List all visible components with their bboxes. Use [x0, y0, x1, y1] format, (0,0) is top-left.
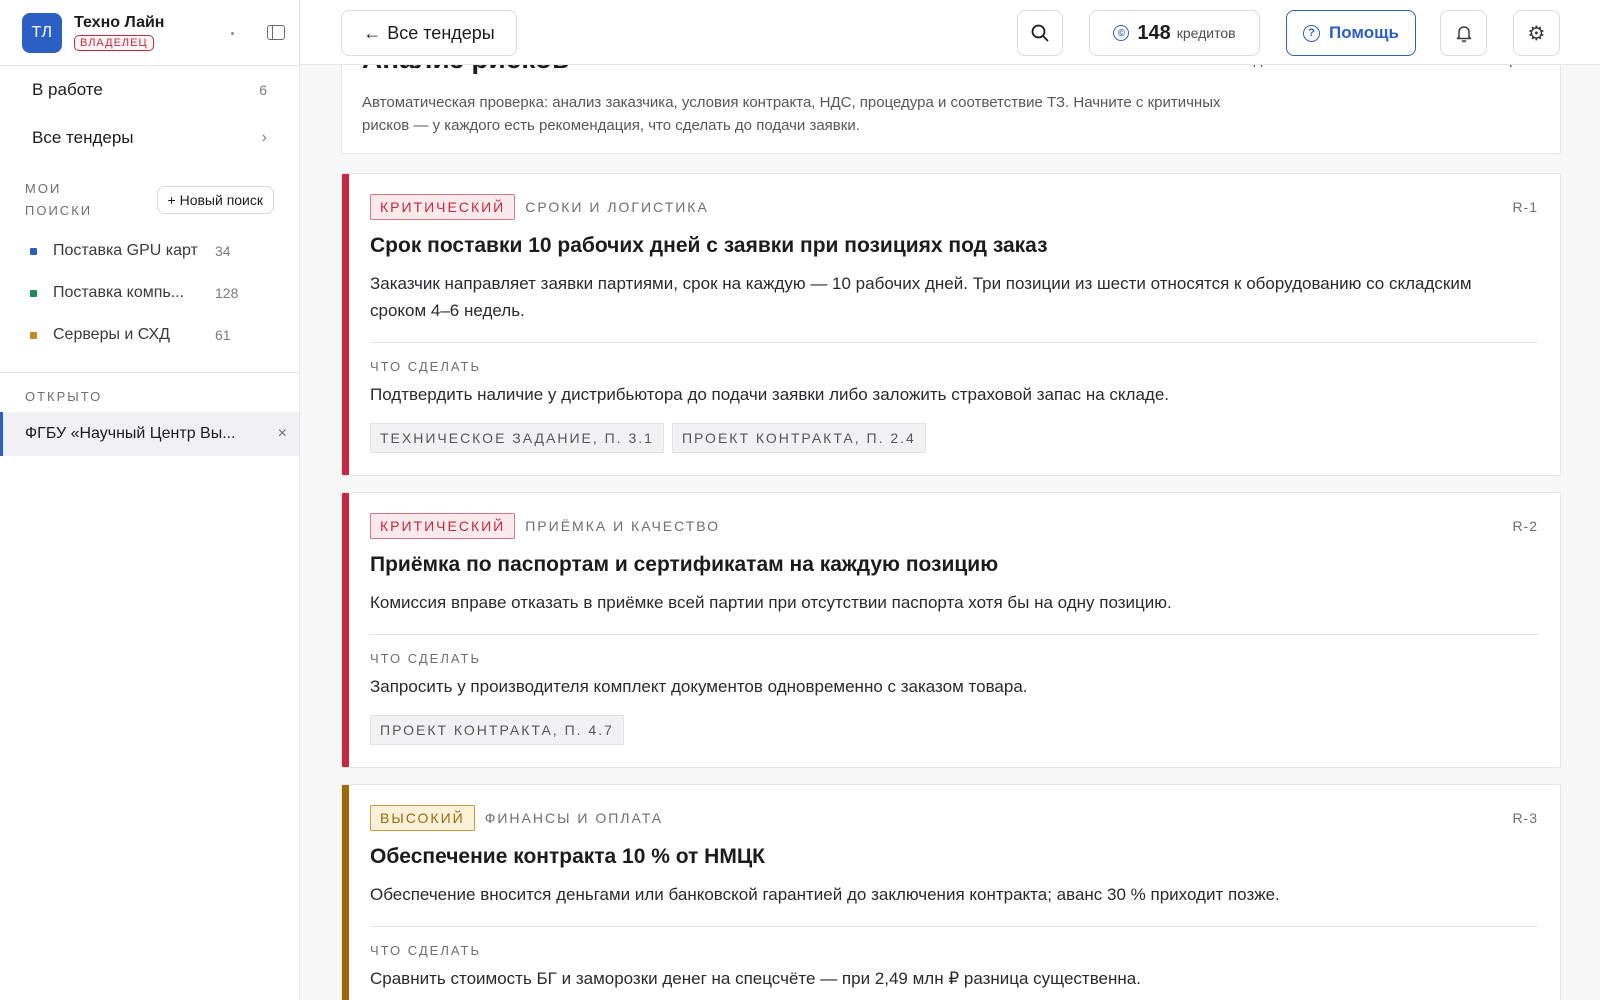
todo-text: Запросить у производителя комплект докум…	[370, 677, 1028, 696]
open-tender-name: ФГБУ «Научный Центр Вы...	[25, 425, 236, 442]
risk-category: ПРИЁМКА И КАЧЕСТВО	[525, 518, 721, 534]
org-info: Техно Лайн ВЛАДЕЛЕЦ	[74, 14, 164, 51]
sidebar-toggle-icon[interactable]	[267, 25, 285, 40]
risk-badges: КРИТИЧЕСКИЙ ПРИЁМКА И КАЧЕСТВО	[370, 513, 720, 539]
notifications-button[interactable]	[1440, 10, 1487, 56]
bell-icon	[1456, 26, 1471, 43]
risk-category: ФИНАНСЫ И ОПЛАТА	[484, 810, 664, 826]
risk-description: Обеспечение вносится деньгами или банков…	[370, 885, 1280, 904]
severity-badge: КРИТИЧЕСКИЙ	[370, 513, 516, 539]
saved-search-name: Поставка GPU карт	[53, 242, 198, 259]
saved-search-name: Серверы и СХД	[53, 326, 170, 343]
saved-search-item[interactable]: Серверы и СХД 61	[0, 314, 299, 356]
help-button-label: Помощь	[1329, 23, 1399, 42]
help-button[interactable]: ? Помощь	[1286, 10, 1416, 56]
nav-item-label: Все тендеры	[32, 128, 134, 147]
org-name: Техно Лайн	[74, 14, 165, 31]
credits-value: 148	[1137, 21, 1171, 44]
search-icon	[1031, 24, 1049, 42]
search-color-dot	[30, 289, 37, 297]
search-button[interactable]	[1017, 10, 1063, 56]
app-window: ТЛ Техно Лайн ВЛАДЕЛЕЦ В работе 6 Все те…	[0, 0, 1600, 1000]
document-reference-chip[interactable]: ПРОЕКТ КОНТРАКТА, П. 2.4	[671, 423, 926, 453]
searches-header: МОИ ПОИСКИ + Новый поиск	[0, 162, 299, 230]
severity-badge: ВЫСОКИЙ	[370, 805, 475, 831]
risk-card: КРИТИЧЕСКИЙ СРОКИ И ЛОГИСТИКА R-1 Срок пост…	[341, 173, 1561, 476]
risk-divider	[370, 926, 1538, 927]
risk-card-header: ВЫСОКИЙ ФИНАНСЫ И ОПЛАТА R-3	[370, 805, 1538, 831]
org-switcher[interactable]: ТЛ Техно Лайн ВЛАДЕЛЕЦ	[0, 0, 299, 66]
risk-card-header: КРИТИЧЕСКИЙ ПРИЁМКА И КАЧЕСТВО R-2	[370, 513, 1538, 539]
new-search-button[interactable]: + Новый поиск	[156, 186, 274, 214]
chevron-right-icon: ›	[261, 129, 267, 146]
credits-button[interactable]: © 148 кредитов	[1089, 10, 1260, 56]
risk-description: Комиссия вправе отказать в приёмке всей …	[370, 593, 1172, 612]
risk-title: Обеспечение контракта 10 % от НМЦК	[370, 845, 765, 868]
risk-divider	[370, 634, 1538, 635]
open-section-label: ОТКРЫТО	[25, 389, 103, 404]
todo-label: ЧТО СДЕЛАТЬ	[370, 359, 481, 374]
saved-search-count: 61	[215, 327, 231, 343]
saved-search-count: 128	[215, 285, 239, 301]
searches-section-label: МОИ ПОИСКИ	[25, 181, 93, 218]
risk-badges: КРИТИЧЕСКИЙ СРОКИ И ЛОГИСТИКА	[370, 194, 709, 220]
main-content: Анализ рисков Поделиться PDF Экспорт Авт…	[301, 0, 1600, 1000]
document-reference-chip[interactable]: ПРОЕКТ КОНТРАКТА, П. 4.7	[370, 715, 624, 745]
document-reference-chip[interactable]: ТЕХНИЧЕСКОЕ ЗАДАНИЕ, П. 3.1	[370, 423, 664, 453]
risk-title: Приёмка по паспортам и сертификатам на к…	[370, 553, 999, 576]
back-button-label: Все тендеры	[387, 22, 495, 43]
risk-description: Заказчик направляет заявки партиями, сро…	[370, 274, 1472, 320]
risk-divider	[370, 342, 1538, 343]
todo-label: ЧТО СДЕЛАТЬ	[370, 943, 481, 958]
top-bar: ← Все тендеры © 148 кредитов ? Помощь ⚙	[301, 0, 1600, 65]
todo-text: Подтвердить наличие у дистрибьютора до п…	[370, 385, 1170, 404]
nav-item-in-progress[interactable]: В работе 6	[12, 66, 287, 114]
risk-card: КРИТИЧЕСКИЙ ПРИЁМКА И КАЧЕСТВО R-2 Приёмка …	[341, 492, 1561, 768]
back-to-tenders-button[interactable]: ← Все тендеры	[341, 10, 517, 56]
document-references: ТЕХНИЧЕСКОЕ ЗАДАНИЕ, П. 3.1 ПРОЕКТ КОНТРА…	[370, 423, 1538, 453]
risk-id: R-1	[1512, 199, 1538, 215]
risk-id: R-2	[1512, 518, 1538, 534]
org-role-badge: ВЛАДЕЛЕЦ	[74, 35, 154, 51]
saved-search-item[interactable]: Поставка GPU карт 34	[0, 230, 299, 272]
credits-unit: кредитов	[1176, 25, 1236, 41]
todo-label: ЧТО СДЕЛАТЬ	[370, 651, 481, 666]
severity-badge: КРИТИЧЕСКИЙ	[370, 194, 516, 220]
nav-item-count: 6	[259, 82, 267, 98]
saved-search-item[interactable]: Поставка компь... 128	[0, 272, 299, 314]
nav-item-all-tenders[interactable]: Все тендеры ›	[12, 114, 287, 162]
search-color-dot	[30, 331, 37, 339]
risk-category: СРОКИ И ЛОГИСТИКА	[525, 199, 709, 215]
risk-card: ВЫСОКИЙ ФИНАНСЫ И ОПЛАТА R-3 Обеспечение ко…	[341, 784, 1561, 1000]
org-menu-dot-icon[interactable]	[231, 32, 234, 35]
credits-coin-icon: ©	[1113, 25, 1130, 41]
risk-id: R-3	[1512, 810, 1538, 826]
saved-search-count: 34	[215, 243, 231, 259]
arrow-left-icon: ←	[363, 22, 382, 43]
search-color-dot	[30, 247, 37, 255]
document-references: ПРОЕКТ КОНТРАКТА, П. 4.7	[370, 715, 1538, 745]
saved-search-name: Поставка компь...	[53, 284, 185, 301]
todo-text: Сравнить стоимость БГ и заморозки денег …	[370, 969, 1141, 988]
org-avatar: ТЛ	[22, 12, 62, 53]
help-circle-icon: ?	[1303, 24, 1321, 42]
nav-item-label: В работе	[32, 80, 103, 99]
risk-title: Срок поставки 10 рабочих дней с заявки п…	[370, 234, 1048, 257]
page-description: Автоматическая проверка: анализ заказчик…	[362, 94, 1221, 134]
close-icon[interactable]: ×	[278, 425, 287, 443]
settings-button[interactable]: ⚙	[1513, 10, 1560, 56]
sidebar: ТЛ Техно Лайн ВЛАДЕЛЕЦ В работе 6 Все те…	[0, 0, 300, 1000]
risk-badges: ВЫСОКИЙ ФИНАНСЫ И ОПЛАТА	[370, 805, 663, 831]
risk-card-header: КРИТИЧЕСКИЙ СРОКИ И ЛОГИСТИКА R-1	[370, 194, 1538, 220]
gear-icon: ⚙	[1527, 22, 1546, 45]
open-tender-item[interactable]: ФГБУ «Научный Центр Вы... ×	[0, 412, 299, 456]
saved-searches-list: Поставка GPU карт 34 Поставка компь... 128 С…	[0, 230, 299, 356]
